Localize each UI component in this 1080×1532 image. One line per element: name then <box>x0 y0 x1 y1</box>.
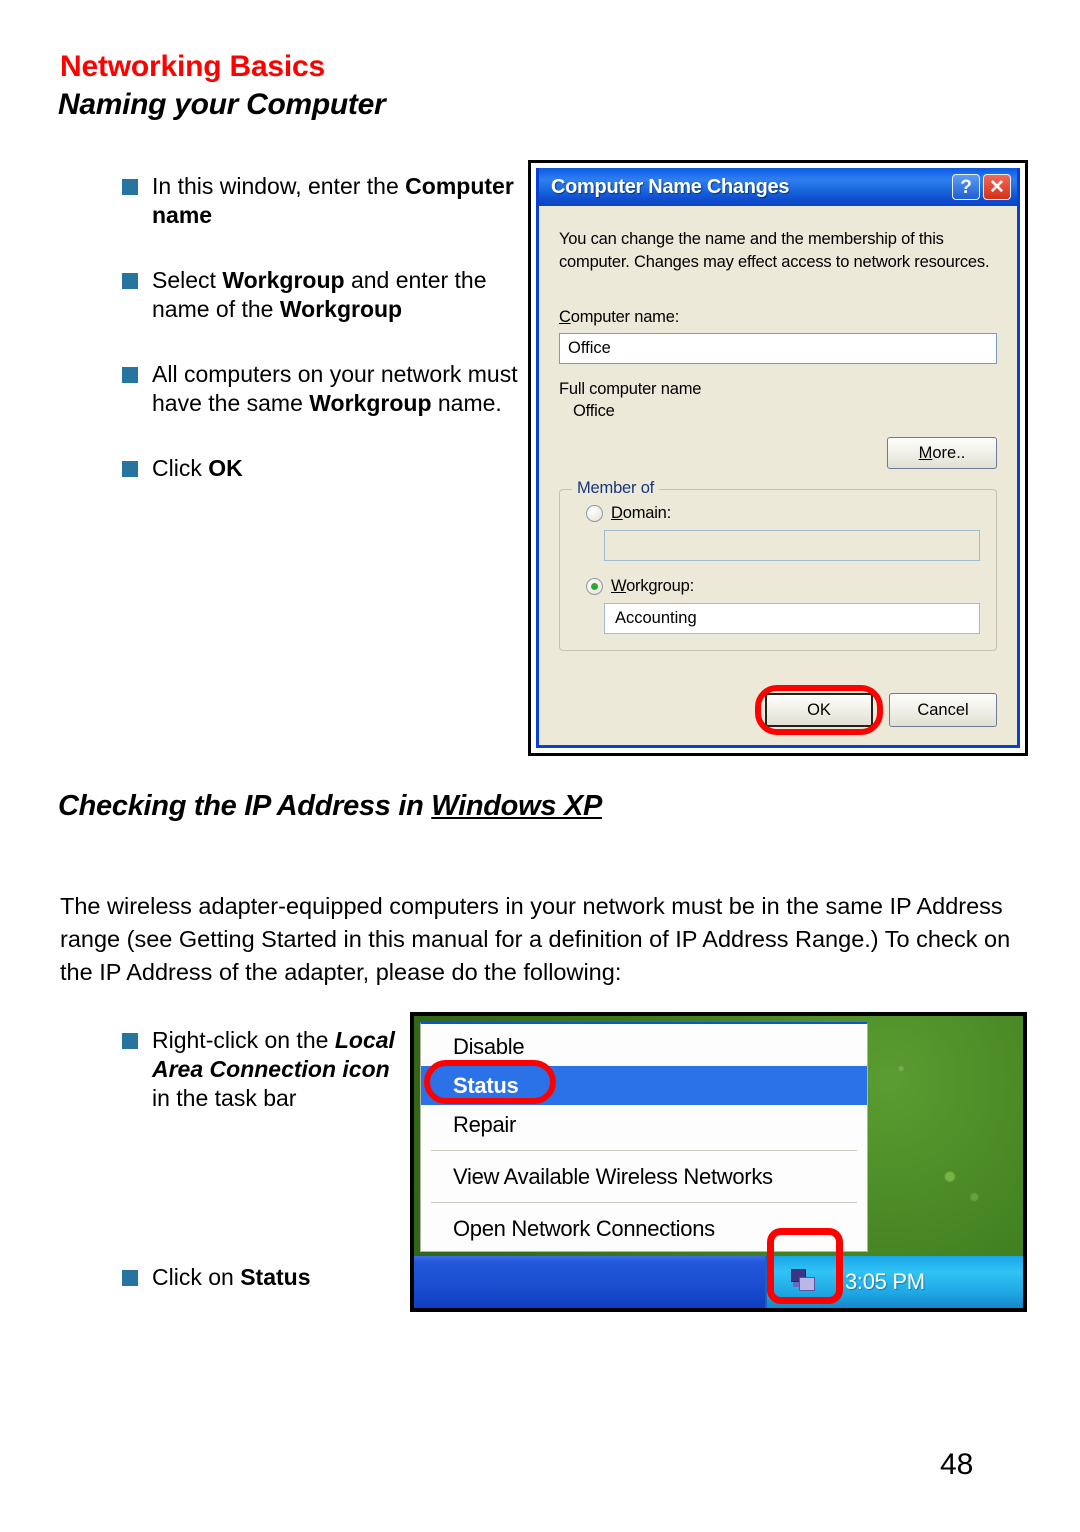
taskbar-clock[interactable]: 3:05 PM <box>845 1269 925 1295</box>
workgroup-value: Accounting <box>615 609 697 627</box>
bullet-square-icon <box>122 1033 138 1049</box>
bullet-square-icon <box>122 273 138 289</box>
bullet-square-icon <box>122 1270 138 1286</box>
system-tray: 3:05 PM <box>765 1256 1023 1308</box>
list-item: Click on Status <box>122 1263 402 1292</box>
computer-name-label: Computer name: <box>559 308 680 326</box>
ok-button-wrapper: OK <box>755 685 883 735</box>
context-menu-item-status[interactable]: Status <box>421 1066 867 1105</box>
local-area-connection-context-menu: Disable Status Repair View Available Wir… <box>420 1022 868 1252</box>
context-menu-separator <box>431 1150 857 1151</box>
taskbar: 3:05 PM <box>414 1256 1023 1308</box>
context-menu-separator <box>431 1202 857 1203</box>
domain-radio-row[interactable]: Domain: <box>586 504 980 523</box>
workgroup-label: Workgroup: <box>611 577 694 595</box>
workgroup-label-rest: orkgroup: <box>626 577 694 595</box>
ok-button[interactable]: OK <box>765 693 873 727</box>
dialog-titlebar: Computer Name Changes ? ✕ <box>539 168 1017 206</box>
bullet-square-icon <box>122 367 138 383</box>
computer-name-input[interactable]: Office <box>559 333 997 364</box>
computer-name-changes-dialog-screenshot: Computer Name Changes ? ✕ You can change… <box>528 160 1028 756</box>
xp-dialog-window: Computer Name Changes ? ✕ You can change… <box>536 168 1020 748</box>
member-of-groupbox: Member of Domain: Workgroup: Accounting <box>559 479 997 651</box>
bullet-square-icon <box>122 179 138 195</box>
context-menu-item-disable[interactable]: Disable <box>421 1027 867 1066</box>
more-button-rest: ore.. <box>932 443 966 462</box>
computer-name-label-rest: omputer name: <box>570 308 680 326</box>
workgroup-radio-icon[interactable] <box>586 578 603 595</box>
domain-radio-icon[interactable] <box>586 505 603 522</box>
more-button-row: More.. <box>559 437 997 469</box>
context-menu-item-repair[interactable]: Repair <box>421 1105 867 1144</box>
list-item-label: In this window, enter the Computer name <box>152 173 514 228</box>
page-subtitle: Naming your Computer <box>58 88 386 121</box>
context-menu-item-open-network-connections[interactable]: Open Network Connections <box>421 1209 867 1248</box>
domain-label: Domain: <box>611 504 672 522</box>
more-button[interactable]: More.. <box>887 437 997 469</box>
list-item: All computers on your network must have … <box>122 360 522 418</box>
list-item-label: Right-click on the Local Area Connection… <box>152 1027 395 1111</box>
cancel-button[interactable]: Cancel <box>889 693 997 727</box>
list-item: Click OK <box>122 454 522 483</box>
section-heading-prefix: Checking the IP Address in <box>58 790 432 822</box>
list-item: In this window, enter the Computer name <box>122 172 522 230</box>
context-menu-screenshot: Disable Status Repair View Available Wir… <box>410 1012 1027 1312</box>
page-title: Networking Basics <box>60 50 326 83</box>
computer-name-value: Office <box>568 339 611 357</box>
list-item-label: Select Workgroup and enter the name of t… <box>152 267 487 322</box>
dialog-body: You can change the name and the membersh… <box>539 206 1017 745</box>
instruction-list-top: In this window, enter the Computer name … <box>122 172 522 519</box>
list-item-label: All computers on your network must have … <box>152 361 518 416</box>
bullet-square-icon <box>122 461 138 477</box>
dialog-description: You can change the name and the membersh… <box>559 230 990 271</box>
section-heading: Checking the IP Address in Windows XP <box>58 790 602 823</box>
close-icon[interactable]: ✕ <box>983 174 1011 200</box>
dialog-title: Computer Name Changes <box>551 175 790 198</box>
full-computer-name-label: Full computer name <box>559 380 702 398</box>
domain-input[interactable] <box>604 530 980 561</box>
full-computer-name-value: Office <box>573 402 615 420</box>
list-item: Right-click on the Local Area Connection… <box>122 1026 402 1113</box>
list-item: Select Workgroup and enter the name of t… <box>122 266 522 324</box>
list-item-label: Click OK <box>152 455 243 481</box>
context-menu-item-view-available-wireless-networks[interactable]: View Available Wireless Networks <box>421 1157 867 1196</box>
page-number: 48 <box>940 1448 974 1481</box>
domain-label-rest: omain: <box>622 504 672 522</box>
dialog-footer: OK Cancel <box>559 675 997 735</box>
body-paragraph: The wireless adapter-equipped computers … <box>60 893 1011 985</box>
section-heading-underlined: Windows XP <box>431 790 603 822</box>
workgroup-radio-row[interactable]: Workgroup: <box>586 577 980 596</box>
instruction-list-bottom: Right-click on the Local Area Connection… <box>122 1026 402 1314</box>
help-icon[interactable]: ? <box>952 174 980 200</box>
member-of-label: Member of <box>572 479 660 498</box>
workgroup-input[interactable]: Accounting <box>604 603 980 634</box>
network-connection-icon[interactable] <box>789 1269 819 1295</box>
list-item-label: Click on Status <box>152 1264 311 1290</box>
